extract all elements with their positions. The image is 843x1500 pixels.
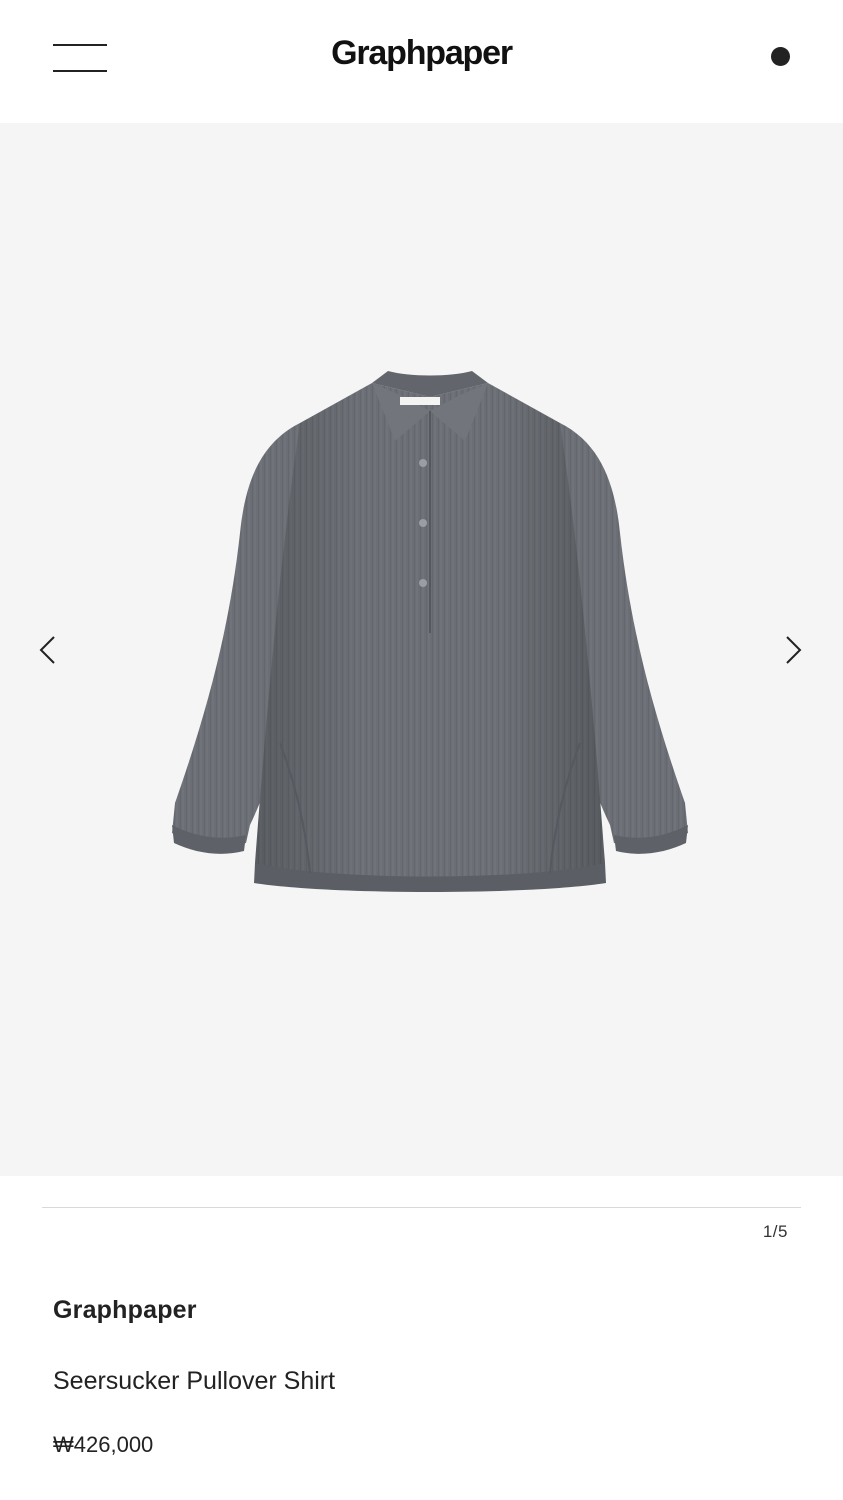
counter-total: 5 [778, 1222, 788, 1241]
site-logo[interactable]: Graphpaper [0, 34, 843, 73]
divider [42, 1207, 801, 1208]
product-price: ₩426,000 [53, 1432, 154, 1457]
counter-current: 1 [762, 1222, 773, 1241]
account-dot-icon[interactable] [771, 47, 790, 66]
product-name: Seersucker Pullover Shirt [53, 1367, 336, 1395]
site-header: Graphpaper [0, 0, 843, 123]
product-image-gallery[interactable] [0, 123, 843, 1176]
chevron-left-icon[interactable] [28, 628, 68, 672]
product-image [172, 371, 688, 892]
product-brand[interactable]: Graphpaper [53, 1296, 197, 1325]
image-counter: 1/5 [763, 1222, 788, 1242]
chevron-right-icon[interactable] [773, 628, 813, 672]
